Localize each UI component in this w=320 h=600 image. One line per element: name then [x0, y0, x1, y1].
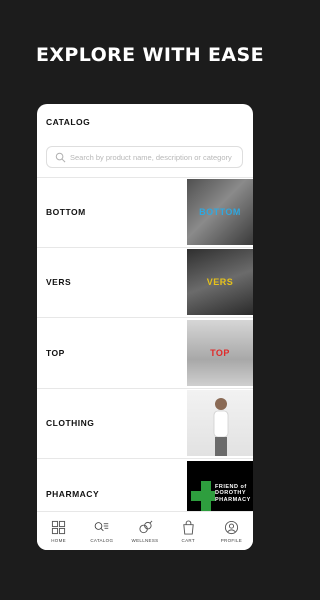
category-label: TOP — [46, 347, 65, 358]
profile-icon — [224, 520, 238, 534]
pharmacy-brand-text: FRIEND of DOROTHY PHARMACY — [215, 483, 251, 504]
search-input[interactable]: Search by product name, description or c… — [46, 146, 243, 168]
category-row-vers[interactable]: VERS VERS — [37, 247, 253, 318]
category-label: CLOTHING — [46, 418, 95, 429]
catalog-search-icon — [95, 521, 109, 531]
tab-label: CART — [181, 537, 195, 543]
category-image-clothing — [187, 390, 253, 457]
category-image-bottom: BOTTOM — [187, 179, 253, 246]
search-placeholder: Search by product name, description or c… — [70, 152, 232, 162]
promo-headline: EXPLORE WITH EASE — [35, 44, 264, 66]
category-image-top: TOP — [187, 319, 253, 386]
cart-bag-icon — [182, 519, 194, 535]
bottom-tab-bar: HOME CATALOG WELLNESS CART PROFILE — [37, 511, 253, 550]
category-label: BOTTOM — [46, 207, 86, 218]
tab-label: HOME — [51, 537, 66, 543]
tab-label: PROFILE — [220, 537, 243, 543]
grid-icon — [52, 520, 66, 534]
tab-profile[interactable]: PROFILE — [210, 512, 253, 550]
category-label: PHARMACY — [46, 488, 100, 499]
category-list: BOTTOM BOTTOM VERS VERS TOP TOP CLOTHING — [37, 177, 253, 530]
category-image-overlay: TOP — [210, 347, 230, 358]
category-row-clothing[interactable]: CLOTHING — [37, 388, 253, 459]
app-screen: CATALOG Search by product name, descript… — [37, 104, 253, 550]
category-label: VERS — [46, 277, 72, 288]
catalog-header: CATALOG — [37, 104, 253, 140]
tab-home[interactable]: HOME — [37, 512, 80, 550]
clothing-figure-image — [213, 398, 229, 457]
tab-wellness[interactable]: WELLNESS — [123, 512, 166, 550]
category-row-top[interactable]: TOP TOP — [37, 318, 253, 389]
category-image-overlay: VERS — [206, 277, 234, 288]
wellness-icon — [138, 520, 152, 533]
tab-label: WELLNESS — [131, 537, 159, 543]
search-icon — [55, 152, 66, 163]
page-title: CATALOG — [46, 117, 91, 127]
category-image-overlay: BOTTOM — [199, 207, 241, 218]
tab-catalog[interactable]: CATALOG — [80, 512, 123, 550]
category-image-vers: VERS — [187, 249, 253, 316]
tab-cart[interactable]: CART — [167, 512, 210, 550]
category-row-bottom[interactable]: BOTTOM BOTTOM — [37, 177, 253, 248]
tab-label: CATALOG — [90, 537, 114, 543]
